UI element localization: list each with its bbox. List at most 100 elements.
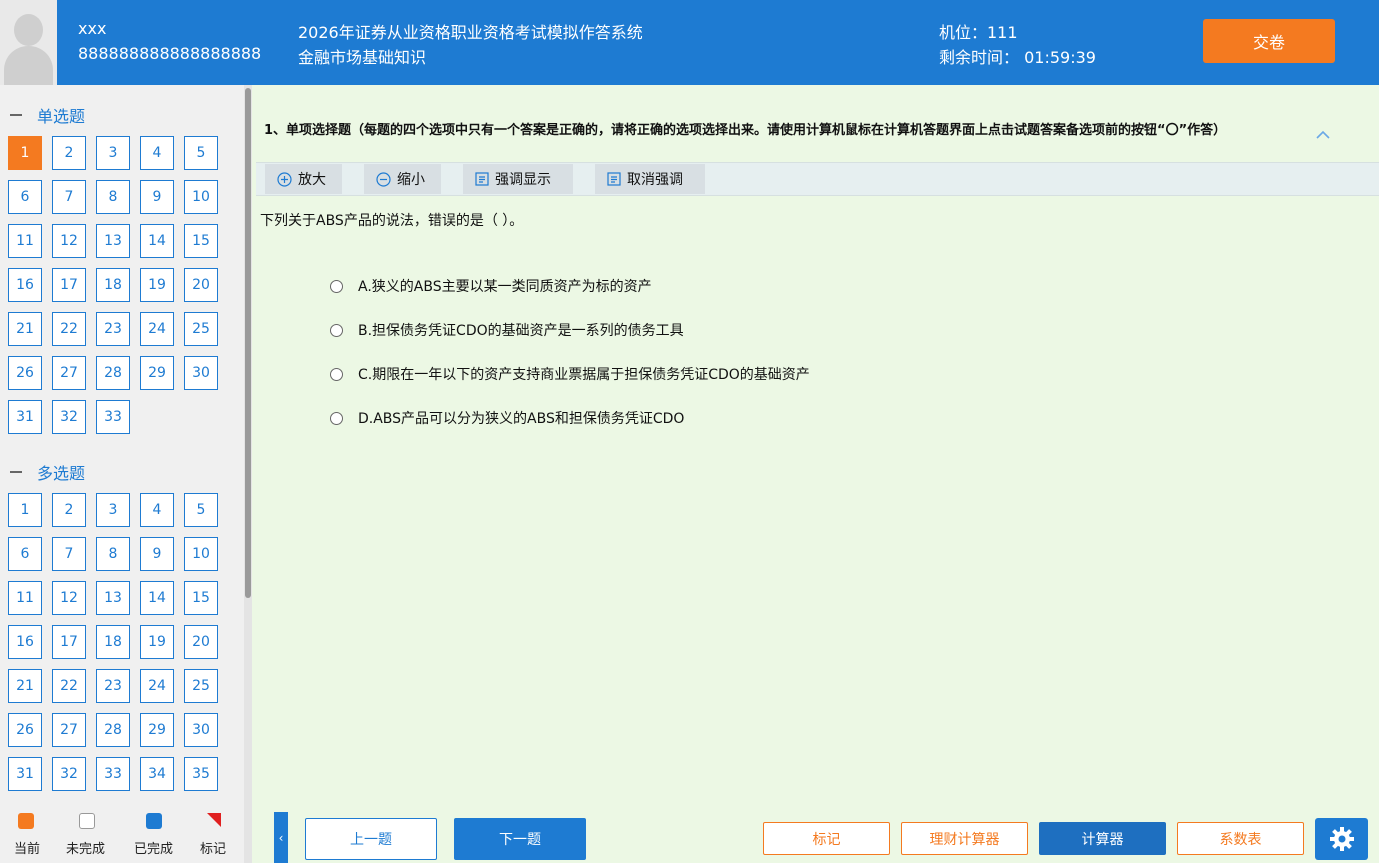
sidebar-scrollbar-thumb[interactable] [245, 88, 251, 598]
multi-question-18[interactable]: 18 [96, 625, 130, 659]
multi-question-9[interactable]: 9 [140, 537, 174, 571]
multi-question-10[interactable]: 10 [184, 537, 218, 571]
multi-question-19[interactable]: 19 [140, 625, 174, 659]
legend-finished-swatch [146, 813, 162, 829]
multi-question-34[interactable]: 34 [140, 757, 174, 791]
single-question-11[interactable]: 11 [8, 224, 42, 258]
single-question-13[interactable]: 13 [96, 224, 130, 258]
multi-question-6[interactable]: 6 [8, 537, 42, 571]
single-question-6[interactable]: 6 [8, 180, 42, 214]
highlight-button[interactable]: 强调显示 [463, 164, 573, 194]
cancel-highlight-button[interactable]: 取消强调 [595, 164, 705, 194]
single-question-5[interactable]: 5 [184, 136, 218, 170]
multi-question-35[interactable]: 35 [184, 757, 218, 791]
single-question-9[interactable]: 9 [140, 180, 174, 214]
single-question-14[interactable]: 14 [140, 224, 174, 258]
collapse-sidebar-button[interactable]: ‹ [274, 812, 288, 863]
zoom-in-button[interactable]: 放大 [265, 164, 342, 194]
single-question-15[interactable]: 15 [184, 224, 218, 258]
single-question-1[interactable]: 1 [8, 136, 42, 170]
multi-question-7[interactable]: 7 [52, 537, 86, 571]
single-question-4[interactable]: 4 [140, 136, 174, 170]
single-question-28[interactable]: 28 [96, 356, 130, 390]
single-question-7[interactable]: 7 [52, 180, 86, 214]
multi-question-12[interactable]: 12 [52, 581, 86, 615]
seat-number: 机位：111 [939, 23, 1018, 42]
next-question-button[interactable]: 下一题 [454, 818, 586, 860]
multi-question-13[interactable]: 13 [96, 581, 130, 615]
multi-question-22[interactable]: 22 [52, 669, 86, 703]
question-instruction: 1、单项选择题（每题的四个选项中只有一个答案是正确的，请将正确的选项选择出来。请… [264, 123, 1227, 138]
single-question-19[interactable]: 19 [140, 268, 174, 302]
single-question-10[interactable]: 10 [184, 180, 218, 214]
single-question-12[interactable]: 12 [52, 224, 86, 258]
multi-question-30[interactable]: 30 [184, 713, 218, 747]
single-question-22[interactable]: 22 [52, 312, 86, 346]
multi-question-11[interactable]: 11 [8, 581, 42, 615]
multi-question-21[interactable]: 21 [8, 669, 42, 703]
mark-button[interactable]: 标记 [763, 822, 890, 855]
zoom-in-icon [277, 171, 292, 187]
legend-finished-label: 已完成 [134, 842, 174, 857]
single-question-33[interactable]: 33 [96, 400, 130, 434]
multi-question-17[interactable]: 17 [52, 625, 86, 659]
single-question-26[interactable]: 26 [8, 356, 42, 390]
single-question-30[interactable]: 30 [184, 356, 218, 390]
multi-question-3[interactable]: 3 [96, 493, 130, 527]
multi-question-25[interactable]: 25 [184, 669, 218, 703]
option-c-radio[interactable] [330, 367, 343, 381]
multi-question-2[interactable]: 2 [52, 493, 86, 527]
single-question-16[interactable]: 16 [8, 268, 42, 302]
single-question-3[interactable]: 3 [96, 136, 130, 170]
single-question-2[interactable]: 2 [52, 136, 86, 170]
single-question-23[interactable]: 23 [96, 312, 130, 346]
multi-question-4[interactable]: 4 [140, 493, 174, 527]
option-a-label: A.狭义的ABS主要以某一类同质资产为标的资产 [358, 279, 652, 295]
single-question-21[interactable]: 21 [8, 312, 42, 346]
multi-question-29[interactable]: 29 [140, 713, 174, 747]
multi-question-31[interactable]: 31 [8, 757, 42, 791]
settings-button[interactable] [1315, 818, 1368, 860]
multi-question-16[interactable]: 16 [8, 625, 42, 659]
calculator-button[interactable]: 计算器 [1039, 822, 1166, 855]
multi-question-24[interactable]: 24 [140, 669, 174, 703]
coefficient-table-button[interactable]: 系数表 [1177, 822, 1304, 855]
zoom-out-button[interactable]: 缩小 [364, 164, 441, 194]
option-b[interactable]: B.担保债务凭证CDO的基础资产是一系列的债务工具 [330, 320, 684, 340]
multi-question-15[interactable]: 15 [184, 581, 218, 615]
finance-calculator-button[interactable]: 理财计算器 [901, 822, 1028, 855]
single-question-24[interactable]: 24 [140, 312, 174, 346]
prev-question-button[interactable]: 上一题 [305, 818, 437, 860]
avatar [0, 0, 57, 85]
single-question-8[interactable]: 8 [96, 180, 130, 214]
multi-question-14[interactable]: 14 [140, 581, 174, 615]
single-question-29[interactable]: 29 [140, 356, 174, 390]
single-question-31[interactable]: 31 [8, 400, 42, 434]
option-b-label: B.担保债务凭证CDO的基础资产是一系列的债务工具 [358, 323, 684, 339]
single-question-20[interactable]: 20 [184, 268, 218, 302]
multi-question-5[interactable]: 5 [184, 493, 218, 527]
option-a-radio[interactable] [330, 279, 343, 293]
single-question-17[interactable]: 17 [52, 268, 86, 302]
multi-question-1[interactable]: 1 [8, 493, 42, 527]
option-c[interactable]: C.期限在一年以下的资产支持商业票据属于担保债务凭证CDO的基础资产 [330, 364, 810, 384]
single-question-32[interactable]: 32 [52, 400, 86, 434]
multi-question-27[interactable]: 27 [52, 713, 86, 747]
option-d-radio[interactable] [330, 411, 343, 425]
legend-current-swatch [18, 813, 34, 829]
multi-question-33[interactable]: 33 [96, 757, 130, 791]
multi-question-23[interactable]: 23 [96, 669, 130, 703]
multi-question-32[interactable]: 32 [52, 757, 86, 791]
option-b-radio[interactable] [330, 323, 343, 337]
submit-exam-button[interactable]: 交卷 [1203, 19, 1335, 63]
single-question-27[interactable]: 27 [52, 356, 86, 390]
option-d[interactable]: D.ABS产品可以分为狭义的ABS和担保债务凭证CDO [330, 408, 684, 428]
multi-question-8[interactable]: 8 [96, 537, 130, 571]
multi-question-26[interactable]: 26 [8, 713, 42, 747]
single-question-25[interactable]: 25 [184, 312, 218, 346]
multi-question-20[interactable]: 20 [184, 625, 218, 659]
chevron-up-icon[interactable] [1316, 128, 1330, 142]
multi-question-28[interactable]: 28 [96, 713, 130, 747]
single-question-18[interactable]: 18 [96, 268, 130, 302]
option-a[interactable]: A.狭义的ABS主要以某一类同质资产为标的资产 [330, 276, 652, 296]
